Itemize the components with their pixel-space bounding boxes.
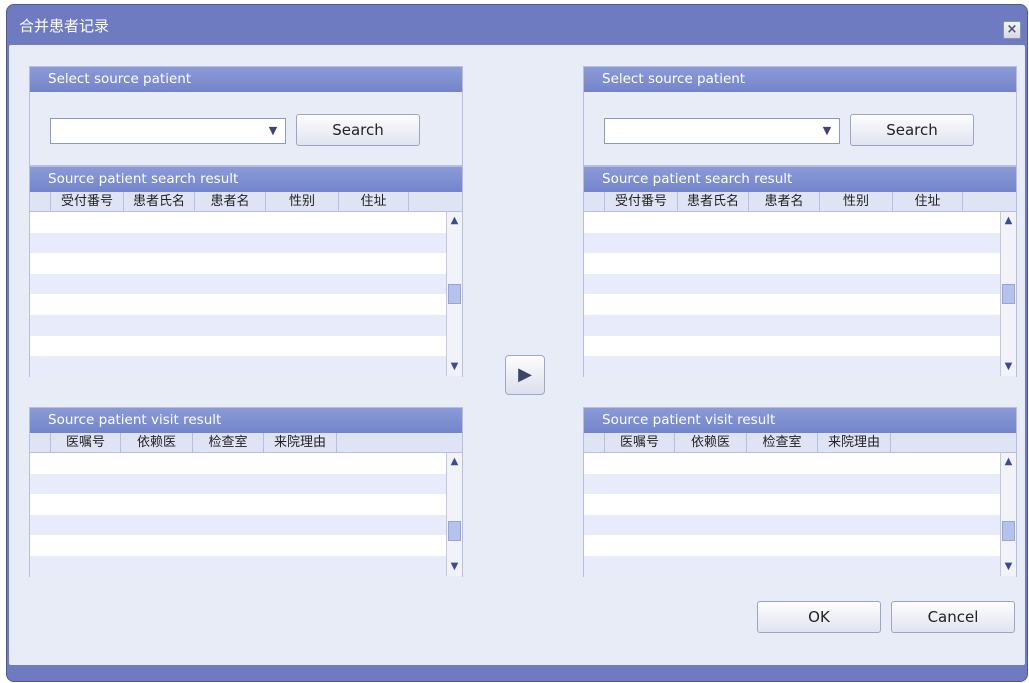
table-row[interactable]	[584, 514, 1016, 536]
scroll-down-icon[interactable]: ▼	[447, 560, 462, 574]
col-header[interactable]: 检查室	[746, 433, 817, 452]
title-bar: 合并患者记录 ×	[7, 5, 1027, 45]
col-header[interactable]: 患者氏名	[677, 192, 748, 211]
move-right-button[interactable]: ▶	[505, 355, 545, 395]
left-select-header: Select source patient	[30, 67, 462, 92]
right-visit-result-header: Source patient visit result	[584, 408, 1016, 433]
chevron-down-icon[interactable]: ▼	[819, 123, 835, 139]
col-header[interactable]: 医嘱号	[50, 433, 120, 452]
close-icon[interactable]: ×	[1003, 21, 1021, 39]
scroll-down-icon[interactable]: ▼	[447, 360, 462, 374]
col-header[interactable]: 住址	[338, 192, 409, 211]
left-search-grid-header: 受付番号 患者氏名 患者名 性别 住址	[30, 192, 462, 212]
scroll-thumb[interactable]	[448, 284, 461, 304]
table-row[interactable]	[30, 535, 462, 556]
table-row[interactable]	[584, 494, 1016, 515]
table-row[interactable]	[584, 232, 1016, 254]
table-row[interactable]	[30, 232, 462, 254]
table-row[interactable]	[30, 514, 462, 536]
table-row[interactable]	[584, 356, 1016, 377]
scroll-thumb[interactable]	[1002, 284, 1015, 304]
left-search-scrollbar[interactable]: ▲ ▼	[446, 212, 462, 376]
table-row[interactable]	[30, 212, 462, 233]
chevron-down-icon[interactable]: ▼	[265, 123, 281, 139]
table-row[interactable]	[584, 273, 1016, 295]
scroll-thumb[interactable]	[1002, 521, 1015, 541]
right-visit-scrollbar[interactable]: ▲ ▼	[1000, 453, 1016, 576]
cancel-button[interactable]: Cancel	[891, 601, 1015, 633]
window-title: 合并患者记录	[19, 17, 110, 35]
scroll-up-icon[interactable]: ▲	[1001, 214, 1016, 228]
table-row[interactable]	[30, 253, 462, 274]
table-row[interactable]	[30, 294, 462, 315]
col-header[interactable]: 患者氏名	[123, 192, 194, 211]
left-search-button[interactable]: Search	[296, 114, 420, 146]
table-row[interactable]	[584, 335, 1016, 357]
left-search-grid-body[interactable]: ▲ ▼	[30, 212, 462, 377]
left-visit-grid-header: 医嘱号 依赖医 检查室 来院理由	[30, 433, 462, 453]
col-header[interactable]: 患者名	[748, 192, 819, 211]
left-visit-scrollbar[interactable]: ▲ ▼	[446, 453, 462, 576]
col-header[interactable]: 受付番号	[50, 192, 123, 211]
ok-button[interactable]: OK	[757, 601, 881, 633]
right-search-grid-body[interactable]: ▲ ▼	[584, 212, 1016, 377]
table-row[interactable]	[584, 535, 1016, 556]
scroll-up-icon[interactable]: ▲	[447, 214, 462, 228]
play-arrow-icon: ▶	[518, 364, 532, 385]
scroll-down-icon[interactable]: ▼	[1001, 560, 1016, 574]
table-row[interactable]	[30, 335, 462, 357]
table-row[interactable]	[584, 453, 1016, 474]
right-select-header: Select source patient	[584, 67, 1016, 92]
right-search-result-header: Source patient search result	[584, 167, 1016, 192]
col-header[interactable]: 依赖医	[120, 433, 192, 452]
right-visit-grid-header: 医嘱号 依赖医 检查室 来院理由	[584, 433, 1016, 453]
left-visit-grid-body[interactable]: ▲ ▼	[30, 453, 462, 577]
right-search-button[interactable]: Search	[850, 114, 974, 146]
left-search-result-header: Source patient search result	[30, 167, 462, 192]
table-row[interactable]	[30, 555, 462, 577]
right-patient-combo[interactable]: ▼	[604, 118, 840, 144]
left-patient-combo[interactable]: ▼	[50, 118, 286, 144]
right-visit-result-panel: Source patient visit result 医嘱号 依赖医 检查室 …	[583, 407, 1017, 577]
table-row[interactable]	[30, 473, 462, 495]
col-header[interactable]: 患者名	[194, 192, 265, 211]
table-row[interactable]	[584, 555, 1016, 577]
right-select-area: ▼ Search	[584, 92, 1016, 166]
table-row[interactable]	[30, 356, 462, 377]
col-header[interactable]: 依赖医	[674, 433, 746, 452]
table-row[interactable]	[584, 212, 1016, 233]
table-row[interactable]	[584, 473, 1016, 495]
right-search-result-panel: Source patient search result 受付番号 患者氏名 患…	[583, 166, 1017, 377]
right-search-scrollbar[interactable]: ▲ ▼	[1000, 212, 1016, 376]
col-header[interactable]: 性别	[819, 192, 892, 211]
table-row[interactable]	[30, 453, 462, 474]
table-row[interactable]	[30, 314, 462, 336]
scroll-up-icon[interactable]: ▲	[1001, 455, 1016, 469]
left-select-area: ▼ Search	[30, 92, 462, 166]
col-header[interactable]: 住址	[892, 192, 963, 211]
right-search-grid-header: 受付番号 患者氏名 患者名 性别 住址	[584, 192, 1016, 212]
table-row[interactable]	[584, 294, 1016, 315]
col-header[interactable]: 受付番号	[604, 192, 677, 211]
scroll-up-icon[interactable]: ▲	[447, 455, 462, 469]
left-search-result-panel: Source patient search result 受付番号 患者氏名 患…	[29, 166, 463, 377]
right-visit-grid-body[interactable]: ▲ ▼	[584, 453, 1016, 577]
col-header[interactable]: 性别	[265, 192, 338, 211]
col-header[interactable]: 来院理由	[263, 433, 337, 452]
table-row[interactable]	[584, 253, 1016, 274]
table-row[interactable]	[30, 494, 462, 515]
left-visit-result-panel: Source patient visit result 医嘱号 依赖医 检查室 …	[29, 407, 463, 577]
table-row[interactable]	[584, 314, 1016, 336]
scroll-down-icon[interactable]: ▼	[1001, 360, 1016, 374]
dialog-client-area: Select source patient ▼ Search Source pa…	[9, 45, 1025, 665]
scroll-thumb[interactable]	[448, 521, 461, 541]
left-select-panel: Select source patient ▼ Search	[29, 66, 463, 166]
table-row[interactable]	[30, 273, 462, 295]
col-header[interactable]: 来院理由	[817, 433, 891, 452]
col-header[interactable]: 医嘱号	[604, 433, 674, 452]
col-header[interactable]: 检查室	[192, 433, 263, 452]
merge-patient-dialog: 合并患者记录 × Select source patient ▼ Search …	[6, 4, 1028, 682]
right-select-panel: Select source patient ▼ Search	[583, 66, 1017, 166]
left-visit-result-header: Source patient visit result	[30, 408, 462, 433]
